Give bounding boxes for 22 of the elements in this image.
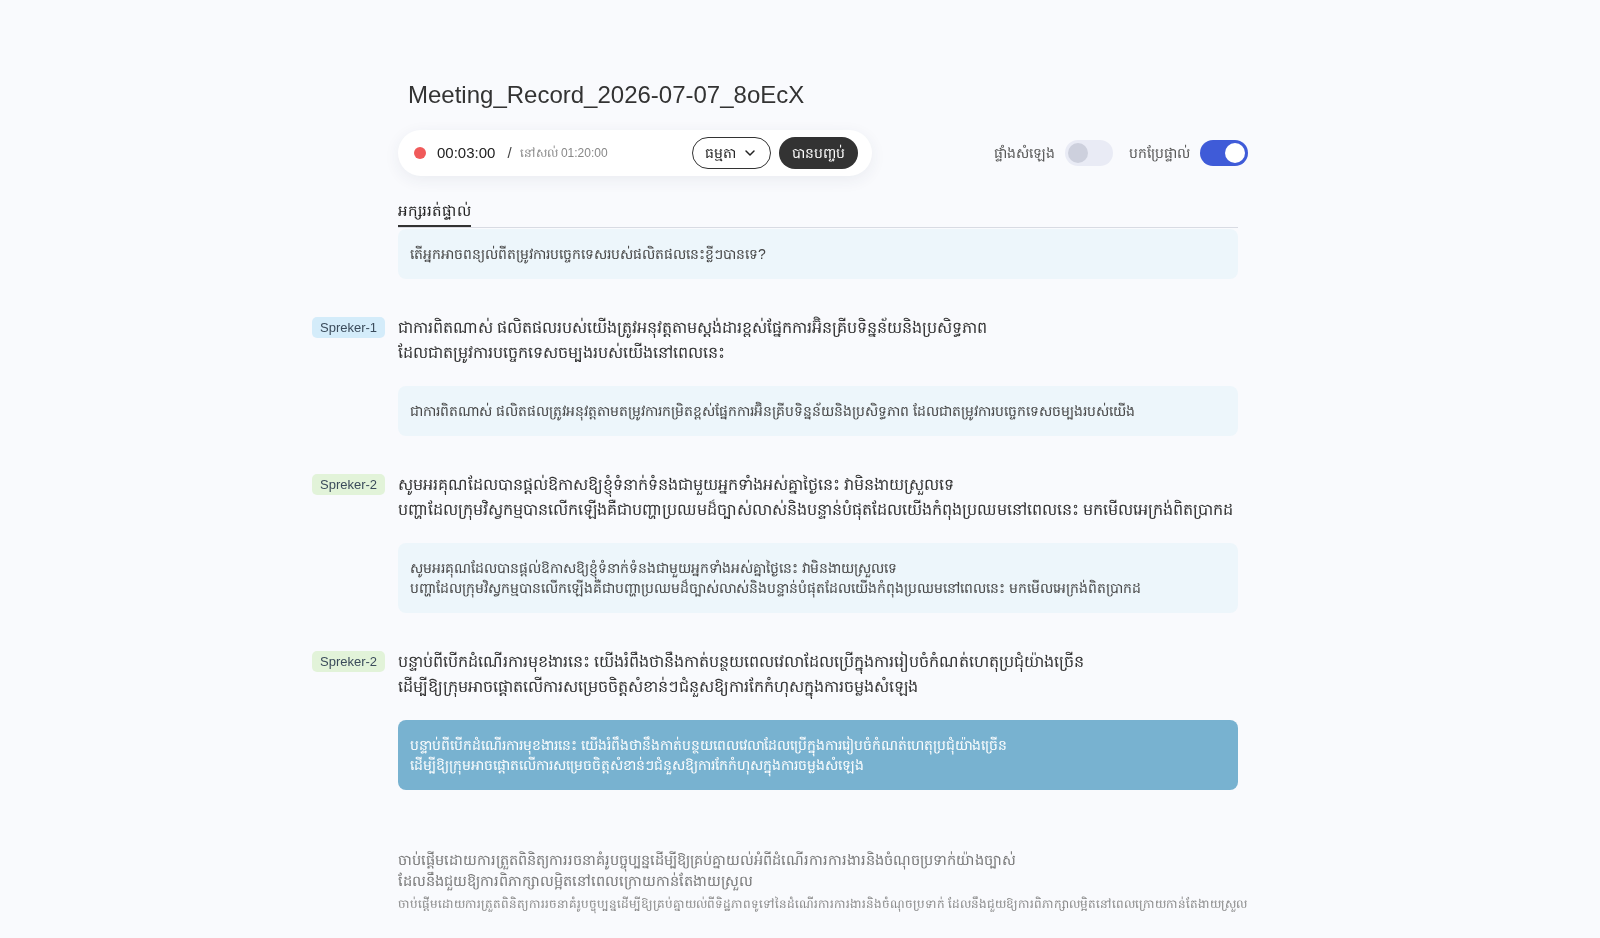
translation-text[interactable]: ជាការពិតណាស់ ផលិតផលត្រូវអនុវត្តតាមតម្រូវការកម្រិតខ្ពស់ផ្នែកការអ៊ិនគ្រីបទិន្នន័យនិងប្រសិទ្ធភាព ដែលជាតម្រូវការបច្ចេកទេសចម្បងរបស់យើង (398, 386, 1238, 436)
live-translation-text: ចាប់ផ្តើមដោយការត្រួតពិនិត្យការរចនាគំរូបច្ចុប្បន្នដើម្បីឱ្យគ្រប់គ្នាយល់ពីទិដ្ឋភាពទូទៅនៃដំណើរការការងារនិងចំណុចប្រទាក់ ដែលនឹងជួយឱ្យការពិភាក្សាលម្អិតនៅពេលក្រោយកាន់តែងាយស្រួល (398, 895, 1249, 913)
speaker-tag: Spreker-2 (312, 474, 386, 496)
time-separator: / (507, 142, 512, 163)
speaker-tag: Spreker-2 (312, 651, 386, 673)
transcript-text: បន្ទាប់ពីបើកដំណើរការមុខងារនេះ យើងរំពឹងថានឹងកាត់បន្ថយពេលវេលាដែលប្រើក្នុងការរៀបចំកំណត់ហេតុប្រជុំយ៉ាងច្រើន ដើម្បីឱ្យក្រុមអាចផ្តោតលើការសម្រេចចិត្តសំខាន់ៗជំនួសឱ្យការកែកំហុសក្នុងការចម្លងសំឡេង (398, 649, 1238, 699)
mode-dropdown[interactable]: ធម្មតា (692, 137, 771, 169)
speaker-tag: Spreker-1 (312, 317, 386, 339)
finish-button[interactable]: បានបញ្ចប់ (779, 137, 858, 169)
transcript-text: សូមអរគុណដែលបានផ្តល់ឱកាសឱ្យខ្ញុំទំនាក់ទំនងជាមួយអ្នកទាំងអស់គ្នាថ្ងៃនេះ វាមិនងាយស្រួលទេ បញ្ហាដែលក្រុមវិស្វកម្មបានលើកឡើងគឺជាបញ្ហាប្រឈមដ៏ច្បាស់លាស់និងបន្ទាន់បំផុតដែលយើងកំពុងប្រឈមនៅពេលនេះ មកមើលអេក្រង់ពិតប្រាកដ (398, 473, 1235, 522)
translation-text[interactable]: សូមអរគុណដែលបានផ្តល់ឱកាសឱ្យខ្ញុំទំនាក់ទំនងជាមួយអ្នកទាំងអស់គ្នាថ្ងៃនេះ វាមិនងាយស្រួលទេ បញ្ហាដែលក្រុមវិស្វកម្មបានលើកឡើងគឺជាបញ្ហាប្រឈមដ៏ច្បាស់លាស់និងបន្ទាន់បំផុតដែលយើងកំពុងប្រឈមនៅពេលនេះ មកមើលអេក្រង់ពិតប្រាកដ (398, 543, 1238, 613)
toggle-switch[interactable] (1065, 140, 1113, 166)
toggle-switch[interactable] (1200, 140, 1248, 166)
translation-text[interactable]: តើអ្នកអាចពន្យល់ពីតម្រូវការបច្ចេកទេសរបស់ផលិតផលនេះខ្លីៗបានទេ? (398, 229, 1238, 279)
live-transcript-text: ចាប់ផ្តើមដោយការត្រួតពិនិត្យការរចនាគំរូបច្ចុប្បន្នដើម្បីឱ្យគ្រប់គ្នាយល់អំពីដំណើរការការងារនិងចំណុចប្រទាក់យ៉ាងច្បាស់ ដែលនឹងជួយឱ្យការពិភាក្សាលម្អិតនៅពេលក្រោយកាន់តែងាយស្រួល (398, 850, 1017, 892)
toggle-label: បកប្រែផ្ទាល់ (1129, 143, 1190, 163)
elapsed-time: 00:03:00 (437, 142, 496, 163)
transcript-text: ជាការពិតណាស់ ផលិតផលរបស់យើងត្រូវអនុវត្តតាមស្តង់ដារខ្ពស់ផ្នែកការអ៊ិនគ្រីបទិន្នន័យនិងប្រសិទ្ធភាព ដែលជាតម្រូវការបច្ចេកទេសចម្បងរបស់យើងនៅពេលនេះ (398, 315, 1238, 365)
transcript-tab[interactable]: អក្សររត់ផ្ទាល់ (398, 200, 471, 227)
toggle-label: ផ្ទាំងសំឡេង (994, 144, 1055, 163)
remaining-time: នៅសល់ 01:20:00 (519, 144, 608, 162)
document-title: Meeting_Record_2026-07-07_8oEcX (408, 80, 806, 110)
